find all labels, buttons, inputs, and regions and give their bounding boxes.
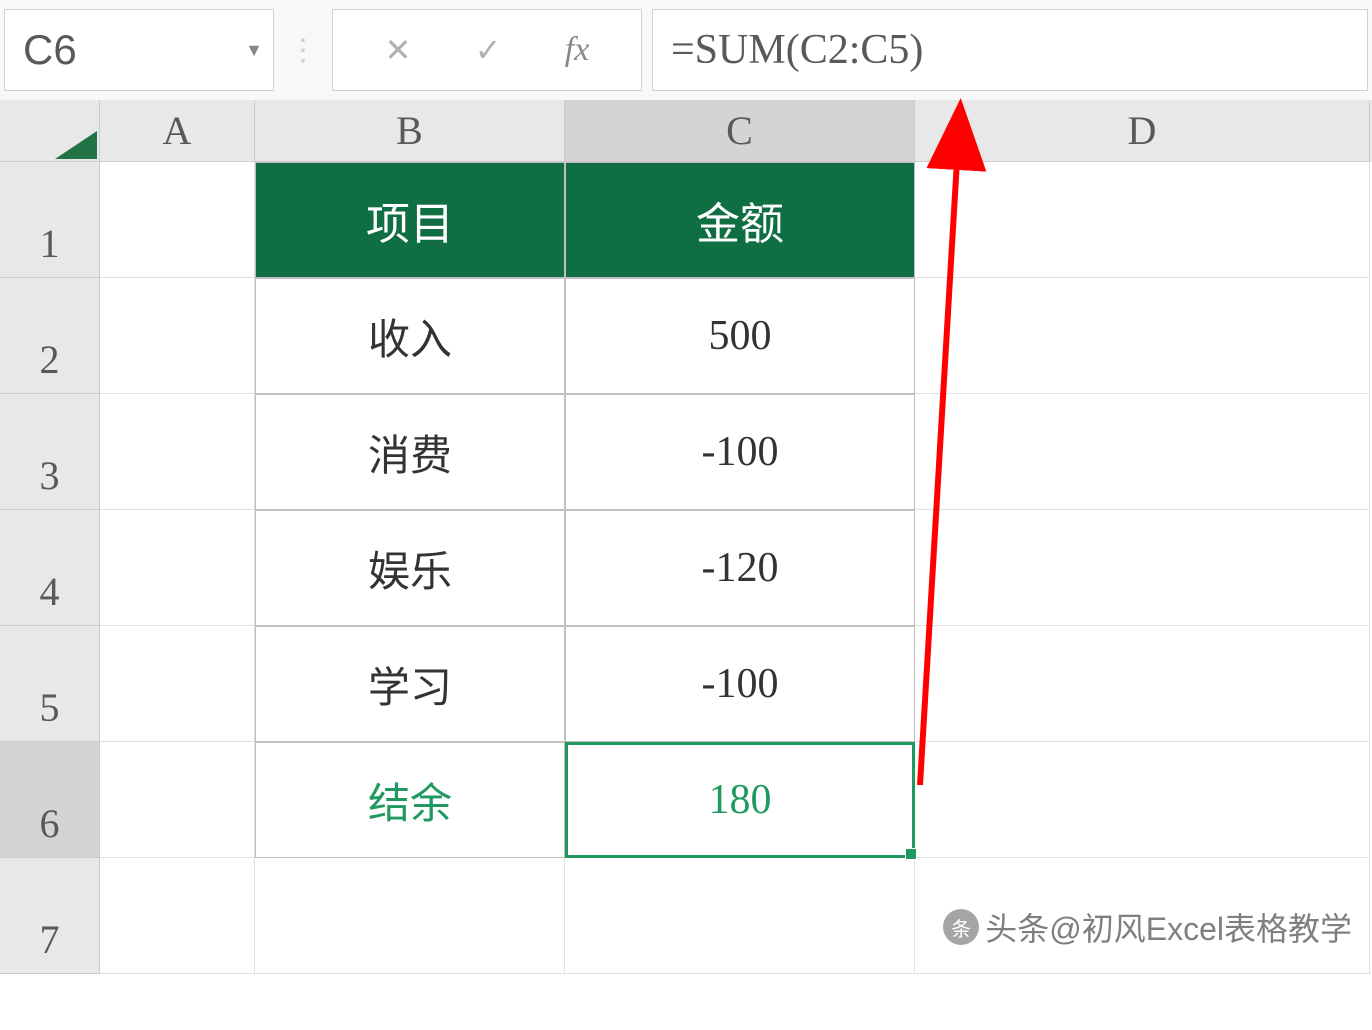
confirm-icon[interactable]: ✓ <box>475 31 502 69</box>
cell-b4[interactable]: 娱乐 <box>255 510 565 626</box>
row-header-4[interactable]: 4 <box>0 510 100 626</box>
cell-reference: C6 <box>23 26 77 74</box>
cell-d2[interactable] <box>915 278 1370 394</box>
name-box[interactable]: C6 ▼ <box>4 9 274 91</box>
cell-a3[interactable] <box>100 394 255 510</box>
cell-c7[interactable] <box>565 858 915 974</box>
row-header-5[interactable]: 5 <box>0 626 100 742</box>
row-header-7[interactable]: 7 <box>0 858 100 974</box>
spreadsheet-grid: A B C D 1 2 3 4 5 6 7 项目 金额 收入 <box>0 100 1372 974</box>
cell-d5[interactable] <box>915 626 1370 742</box>
cell-b6[interactable]: 结余 <box>255 742 565 858</box>
cell-d6[interactable] <box>915 742 1370 858</box>
cell-b2[interactable]: 收入 <box>255 278 565 394</box>
column-header-d[interactable]: D <box>915 100 1370 162</box>
column-header-c[interactable]: C <box>565 100 915 162</box>
cell-d3[interactable] <box>915 394 1370 510</box>
watermark-text: 头条@初风Excel表格教学 <box>985 904 1352 950</box>
cell-b1[interactable]: 项目 <box>255 162 565 278</box>
column-header-b[interactable]: B <box>255 100 565 162</box>
separator-icon: ⋮ <box>284 33 322 68</box>
select-all-corner[interactable] <box>0 100 100 162</box>
formula-input[interactable]: =SUM(C2:C5) <box>652 9 1368 91</box>
cell-b7[interactable] <box>255 858 565 974</box>
formula-text: =SUM(C2:C5) <box>671 26 923 74</box>
cell-a5[interactable] <box>100 626 255 742</box>
cell-d1[interactable] <box>915 162 1370 278</box>
cell-c4[interactable]: -120 <box>565 510 915 626</box>
column-header-a[interactable]: A <box>100 100 255 162</box>
cell-c1[interactable]: 金额 <box>565 162 915 278</box>
row-header-6[interactable]: 6 <box>0 742 100 858</box>
row-header-2[interactable]: 2 <box>0 278 100 394</box>
cell-d4[interactable] <box>915 510 1370 626</box>
cell-c2[interactable]: 500 <box>565 278 915 394</box>
formula-controls: ✕ ✓ fx <box>332 9 642 91</box>
cell-b3[interactable]: 消费 <box>255 394 565 510</box>
row-header-3[interactable]: 3 <box>0 394 100 510</box>
cell-a7[interactable] <box>100 858 255 974</box>
cells-area: 项目 金额 收入 500 消费 -100 娱乐 -12 <box>100 162 1370 974</box>
row-headers: 1 2 3 4 5 6 7 <box>0 162 100 974</box>
cell-a6[interactable] <box>100 742 255 858</box>
dropdown-icon[interactable]: ▼ <box>245 40 263 61</box>
cell-a4[interactable] <box>100 510 255 626</box>
column-headers: A B C D <box>0 100 1372 162</box>
cell-c6[interactable]: 180 <box>565 742 915 858</box>
cell-b5[interactable]: 学习 <box>255 626 565 742</box>
watermark-icon: 条 <box>943 909 979 945</box>
cell-c3[interactable]: -100 <box>565 394 915 510</box>
cancel-icon[interactable]: ✕ <box>385 31 412 69</box>
cell-a1[interactable] <box>100 162 255 278</box>
row-header-1[interactable]: 1 <box>0 162 100 278</box>
watermark: 条 头条@初风Excel表格教学 <box>943 904 1352 950</box>
cell-a2[interactable] <box>100 278 255 394</box>
formula-bar: C6 ▼ ⋮ ✕ ✓ fx =SUM(C2:C5) <box>0 0 1372 100</box>
fx-icon[interactable]: fx <box>565 31 590 69</box>
cell-c5[interactable]: -100 <box>565 626 915 742</box>
